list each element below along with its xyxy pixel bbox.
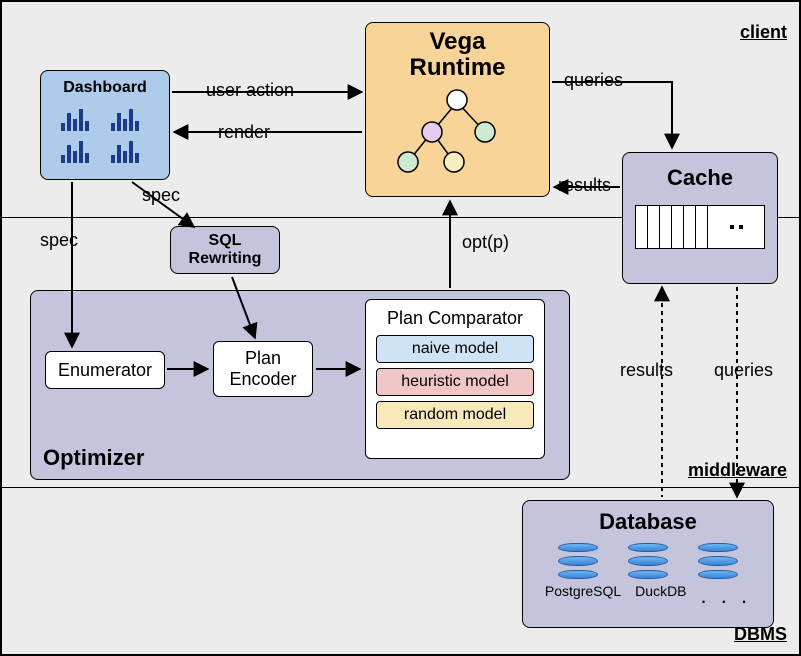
layer-divider-2 — [2, 487, 799, 488]
cylinder-icon — [698, 543, 738, 579]
mini-chart-icon — [107, 103, 143, 131]
vega-runtime-box: Vega Runtime — [365, 22, 550, 197]
edge-spec-1: spec — [142, 185, 180, 206]
dashboard-box: Dashboard — [40, 70, 170, 180]
dashboard-charts — [57, 103, 153, 163]
plan-encoder-l2: Encoder — [229, 369, 296, 390]
database-box: Database PostgreSQL DuckDB . . . — [522, 500, 774, 628]
mini-chart-icon — [107, 135, 143, 163]
cylinder-icon — [628, 543, 668, 579]
vega-title-l1: Vega — [429, 28, 485, 55]
edge-results-2: results — [620, 360, 673, 381]
sql-rewriting-l2: Rewriting — [171, 250, 279, 268]
edge-spec-2: spec — [40, 230, 78, 251]
vega-title: Vega Runtime — [372, 29, 543, 82]
layer-label-client: client — [740, 22, 787, 43]
model-heuristic: heuristic model — [376, 368, 534, 396]
plan-encoder-l1: Plan — [245, 348, 281, 369]
model-random: random model — [376, 401, 534, 429]
optimizer-title: Optimizer — [43, 445, 144, 471]
mini-chart-icon — [57, 103, 93, 131]
db-postgresql: PostgreSQL — [545, 583, 621, 609]
edge-render: render — [218, 122, 270, 143]
edge-queries-2: queries — [714, 360, 773, 381]
cylinder-icon — [558, 543, 598, 579]
plan-comparator-box: Plan Comparator naive model heuristic mo… — [365, 299, 545, 459]
vega-title-l2: Runtime — [410, 54, 506, 81]
edge-user-action: user action — [206, 80, 294, 101]
database-icons — [531, 543, 765, 579]
architecture-diagram: client middleware DBMS Dashboard Vega Ru… — [0, 0, 801, 656]
cache-title: Cache — [631, 165, 769, 191]
optimizer-box: Optimizer Enumerator Plan Encoder Plan C… — [30, 290, 570, 480]
enumerator-box: Enumerator — [45, 351, 165, 389]
database-labels: PostgreSQL DuckDB . . . — [531, 583, 765, 609]
enumerator-label: Enumerator — [58, 360, 152, 381]
dashboard-title: Dashboard — [57, 79, 153, 97]
layer-label-middleware: middleware — [688, 460, 787, 481]
edge-results-1: results — [558, 175, 611, 196]
tree-icon — [372, 86, 543, 176]
db-more: . . . — [701, 583, 752, 609]
edge-queries-1: queries — [564, 70, 623, 91]
cache-box: Cache — [622, 152, 778, 284]
sql-rewriting-box: SQL Rewriting — [170, 226, 280, 274]
edge-optp: opt(p) — [462, 232, 509, 253]
plan-comparator-title: Plan Comparator — [374, 308, 536, 329]
sql-rewriting-l1: SQL — [171, 232, 279, 250]
mini-chart-icon — [57, 135, 93, 163]
plan-encoder-box: Plan Encoder — [213, 341, 313, 397]
db-duckdb: DuckDB — [635, 583, 686, 609]
database-title: Database — [531, 509, 765, 535]
model-naive: naive model — [376, 335, 534, 363]
cache-slots-icon — [635, 205, 765, 249]
